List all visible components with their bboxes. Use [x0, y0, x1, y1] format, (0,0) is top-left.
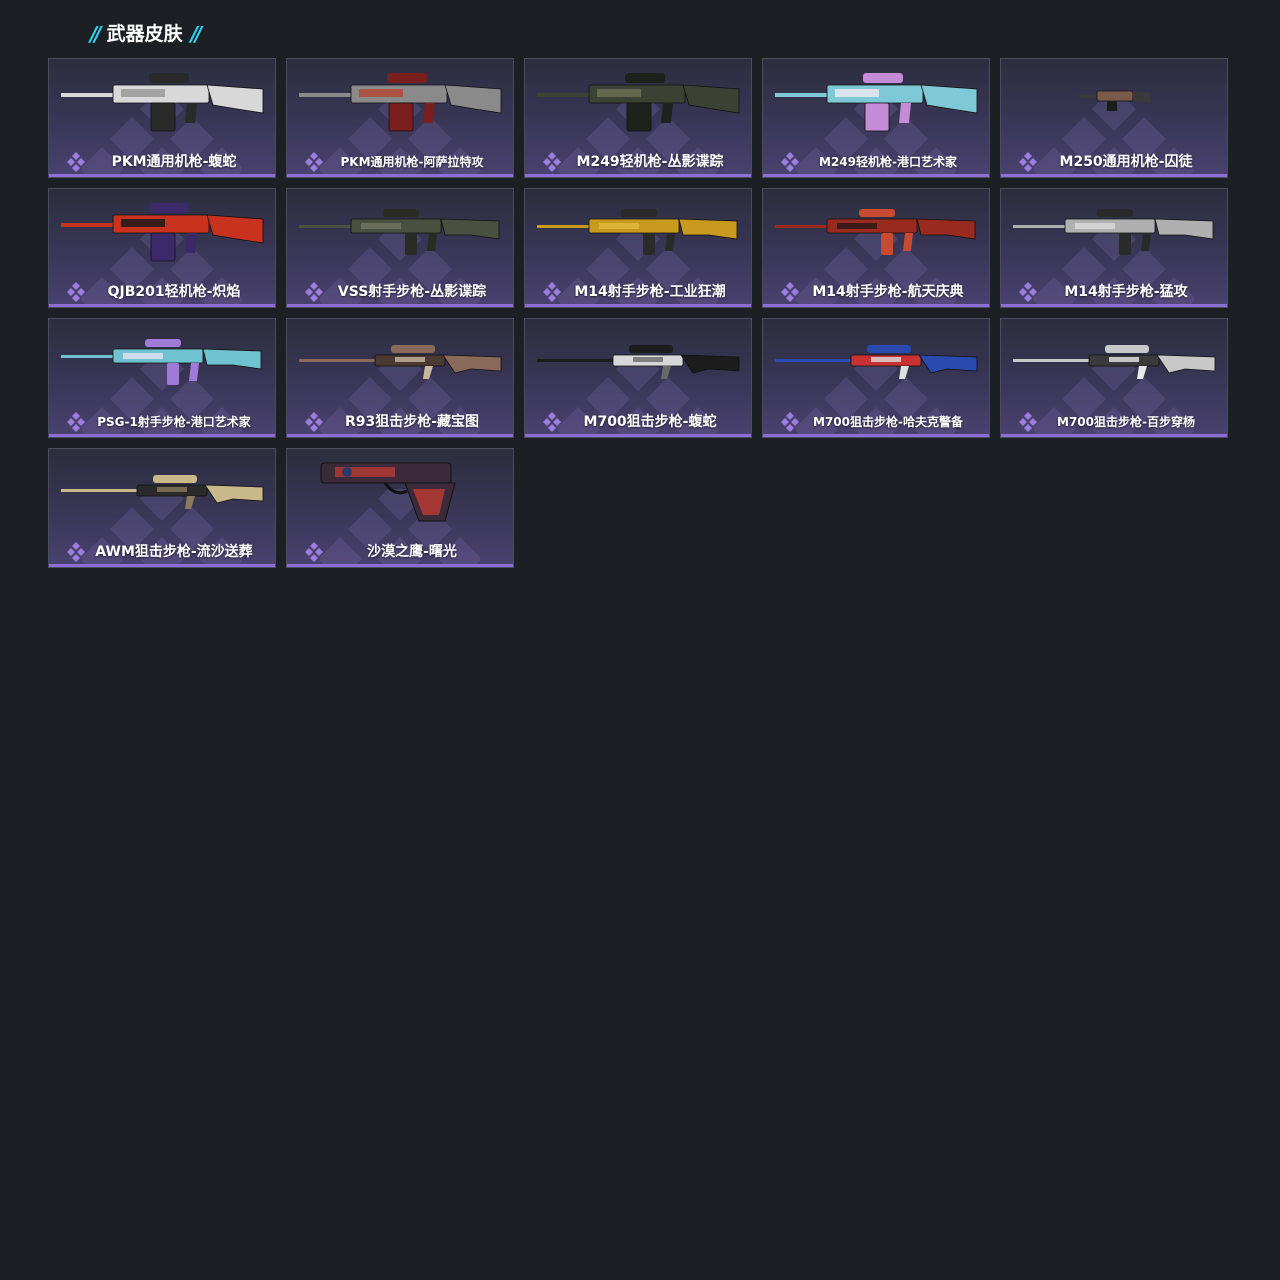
section-title: 武器皮肤 [106, 23, 183, 45]
machine-gun-white-camo-icon [57, 65, 267, 135]
rarity-diamond-icon [779, 282, 801, 302]
skin-label-row: M700狙击步枪-百步穿杨 [1001, 409, 1227, 433]
rarity-diamond-icon [65, 542, 87, 562]
skin-label-row: VSS射手步枪-丛影谍踪 [287, 279, 513, 303]
light-machine-gun-green-camo-icon [533, 65, 743, 135]
skin-card[interactable]: PKM通用机枪-阿萨拉特攻 [286, 58, 514, 178]
skin-label-row: QJB201轻机枪-炽焰 [49, 279, 275, 303]
rarity-bar [287, 304, 513, 307]
rarity-bar [763, 174, 989, 177]
skin-label-row: PKM通用机枪-蝮蛇 [49, 149, 275, 173]
rarity-diamond-icon [303, 282, 325, 302]
rarity-diamond-icon [541, 412, 563, 432]
rarity-diamond-icon [779, 152, 801, 172]
rarity-diamond-icon [65, 282, 87, 302]
skin-label-row: R93狙击步枪-藏宝图 [287, 409, 513, 433]
rarity-bar [49, 174, 275, 177]
rarity-bar [287, 564, 513, 567]
pistol-red-camo-icon [295, 455, 505, 525]
rarity-diamond-icon [303, 542, 325, 562]
skin-label-row: AWM狙击步枪-流沙送葬 [49, 539, 275, 563]
sniper-rifle-white-camo-icon [533, 325, 743, 395]
light-machine-gun-graffiti-icon [771, 65, 981, 135]
skin-card[interactable]: PSG-1射手步枪-港口艺术家 [48, 318, 276, 438]
machine-gun-small-icon [1009, 65, 1219, 135]
rarity-diamond-icon [1017, 412, 1039, 432]
rarity-diamond-icon [65, 152, 87, 172]
skin-label-row: M249轻机枪-丛影谍踪 [525, 149, 751, 173]
skin-card[interactable]: R93狙击步枪-藏宝图 [286, 318, 514, 438]
skin-card[interactable]: M249轻机枪-港口艺术家 [762, 58, 990, 178]
rarity-diamond-icon [303, 152, 325, 172]
skin-card[interactable]: M700狙击步枪-蝮蛇 [524, 318, 752, 438]
rarity-bar [287, 174, 513, 177]
skin-card[interactable]: AWM狙击步枪-流沙送葬 [48, 448, 276, 568]
skin-label-row: M14射手步枪-航天庆典 [763, 279, 989, 303]
rarity-bar [287, 434, 513, 437]
skin-label-row: M14射手步枪-工业狂潮 [525, 279, 751, 303]
skin-card[interactable]: M249轻机枪-丛影谍踪 [524, 58, 752, 178]
sniper-rifle-silver-icon [1009, 325, 1219, 395]
rarity-bar [49, 304, 275, 307]
marksman-rifle-graffiti-icon [57, 325, 267, 395]
skin-card[interactable]: M250通用机枪-囚徒 [1000, 58, 1228, 178]
weapon-skins-page: // 武器皮肤 // PKM通用机枪-蝮蛇 PKM通用机枪-阿萨拉特攻 M249轻机… [0, 0, 1280, 1280]
skin-label-row: M249轻机枪-港口艺术家 [763, 149, 989, 173]
skin-label-row: M700狙击步枪-蝮蛇 [525, 409, 751, 433]
skin-card[interactable]: PKM通用机枪-蝮蛇 [48, 58, 276, 178]
title-slash-right-icon: // [190, 22, 202, 46]
rarity-diamond-icon [65, 412, 87, 432]
rarity-bar [763, 434, 989, 437]
marksman-rifle-yellow-icon [533, 195, 743, 265]
rarity-diamond-icon [1017, 152, 1039, 172]
rarity-bar [1001, 174, 1227, 177]
skin-card[interactable]: 沙漠之鹰-曙光 [286, 448, 514, 568]
marksman-rifle-red-icon [771, 195, 981, 265]
skin-card[interactable]: VSS射手步枪-丛影谍踪 [286, 188, 514, 308]
rarity-bar [49, 434, 275, 437]
machine-gun-red-camo-icon [295, 65, 505, 135]
skin-label-row: PSG-1射手步枪-港口艺术家 [49, 409, 275, 433]
skin-card[interactable]: M700狙击步枪-哈夫克警备 [762, 318, 990, 438]
rarity-bar [49, 564, 275, 567]
skin-card[interactable]: M700狙击步枪-百步穿杨 [1000, 318, 1228, 438]
marksman-rifle-green-camo-icon [295, 195, 505, 265]
sniper-rifle-blue-red-icon [771, 325, 981, 395]
rarity-bar [525, 174, 751, 177]
rarity-bar [1001, 304, 1227, 307]
skin-label-row: M14射手步枪-猛攻 [1001, 279, 1227, 303]
skin-card[interactable]: M14射手步枪-航天庆典 [762, 188, 990, 308]
rarity-bar [1001, 434, 1227, 437]
skin-card[interactable]: M14射手步枪-工业狂潮 [524, 188, 752, 308]
sniper-rifle-map-icon [295, 325, 505, 395]
rarity-diamond-icon [779, 412, 801, 432]
light-machine-gun-flame-icon [57, 195, 267, 265]
rarity-bar [763, 304, 989, 307]
section-header: // 武器皮肤 // [90, 20, 202, 48]
marksman-rifle-grey-icon [1009, 195, 1219, 265]
skin-card[interactable]: QJB201轻机枪-炽焰 [48, 188, 276, 308]
rarity-diamond-icon [303, 412, 325, 432]
skin-label-row: PKM通用机枪-阿萨拉特攻 [287, 149, 513, 173]
skin-grid: PKM通用机枪-蝮蛇 PKM通用机枪-阿萨拉特攻 M249轻机枪-丛影谍踪 M249轻… [48, 58, 1228, 568]
title-slash-left-icon: // [90, 22, 101, 46]
rarity-diamond-icon [541, 282, 563, 302]
sniper-rifle-sand-icon [57, 455, 267, 525]
rarity-bar [525, 304, 751, 307]
rarity-bar [525, 434, 751, 437]
rarity-diamond-icon [541, 152, 563, 172]
skin-label-row: M700狙击步枪-哈夫克警备 [763, 409, 989, 433]
skin-label-row: 沙漠之鹰-曙光 [287, 539, 513, 563]
skin-label-row: M250通用机枪-囚徒 [1001, 149, 1227, 173]
rarity-diamond-icon [1017, 282, 1039, 302]
skin-card[interactable]: M14射手步枪-猛攻 [1000, 188, 1228, 308]
